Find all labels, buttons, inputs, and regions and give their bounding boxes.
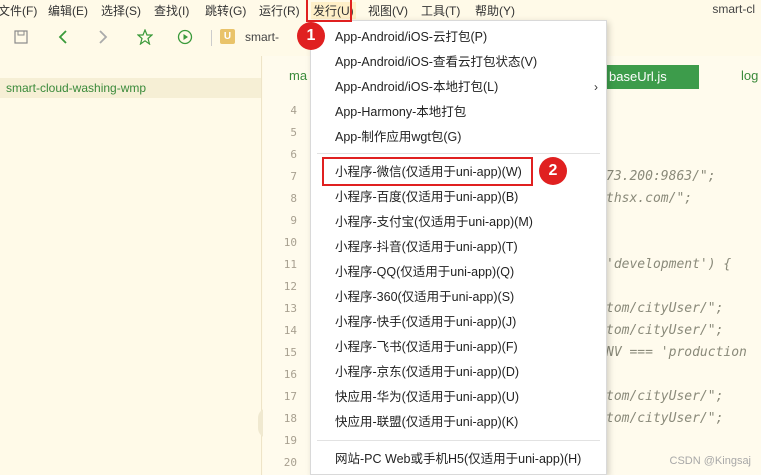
- line-number: 19: [283, 434, 297, 447]
- highlight-box-publish: [306, 0, 352, 22]
- line-number-gutter: 4 5 6 7 8 9 10 11 12 13 14 15 16 17 18 1…: [263, 96, 303, 475]
- line-number: 17: [283, 390, 297, 403]
- menu-find[interactable]: 查找(I): [154, 2, 189, 19]
- menu-goto[interactable]: 跳转(G): [205, 2, 246, 19]
- step-marker-2: 2: [539, 157, 567, 185]
- menu-tools[interactable]: 工具(T): [421, 2, 460, 19]
- line-number: 10: [283, 236, 297, 249]
- menu-item-app-cloud-status[interactable]: App-Android/iOS-查看云打包状态(V): [311, 50, 606, 75]
- menu-divider: [317, 440, 600, 441]
- tab-main[interactable]: ma: [289, 68, 307, 83]
- menu-item-app-local-pack[interactable]: App-Android/iOS-本地打包(L) ›: [311, 75, 606, 100]
- menu-item-mp-360[interactable]: 小程序-360(仅适用于uni-app)(S): [311, 285, 606, 310]
- menu-divider: [317, 153, 600, 154]
- menu-item-mp-kuaishou[interactable]: 小程序-快手(仅适用于uni-app)(J): [311, 310, 606, 335]
- publish-dropdown-menu: App-Android/iOS-云打包(P) App-Android/iOS-查…: [310, 20, 607, 475]
- run-icon[interactable]: [176, 28, 194, 46]
- breadcrumb[interactable]: smart-: [245, 30, 279, 44]
- menu-help[interactable]: 帮助(Y): [475, 2, 515, 19]
- menu-item-app-wgt[interactable]: App-制作应用wgt包(G): [311, 125, 606, 150]
- menu-item-harmony-local-pack[interactable]: App-Harmony-本地打包: [311, 100, 606, 125]
- menu-item-label: App-Android/iOS-本地打包(L): [335, 80, 499, 94]
- code-line-11[interactable]: 'development') {: [606, 257, 731, 272]
- line-number: 7: [290, 170, 297, 183]
- menu-file[interactable]: 文件(F): [0, 2, 37, 19]
- menu-select[interactable]: 选择(S): [101, 2, 141, 19]
- menu-item-quickapp-huawei[interactable]: 快应用-华为(仅适用于uni-app)(U): [311, 385, 606, 410]
- code-line-8[interactable]: thsx.com/";: [606, 191, 692, 206]
- tab-baseurl[interactable]: baseUrl.js: [603, 65, 699, 89]
- menu-item-mp-toutiao[interactable]: 小程序-抖音(仅适用于uni-app)(T): [311, 235, 606, 260]
- menu-item-mp-jd[interactable]: 小程序-京东(仅适用于uni-app)(D): [311, 360, 606, 385]
- watermark: CSDN @Kingsaj: [669, 455, 751, 467]
- toolbar-divider: [211, 30, 212, 46]
- menu-item-mp-alipay[interactable]: 小程序-支付宝(仅适用于uni-app)(M): [311, 210, 606, 235]
- menu-item-mp-lark[interactable]: 小程序-飞书(仅适用于uni-app)(F): [311, 335, 606, 360]
- menu-bar: 文件(F) 编辑(E) 选择(S) 查找(I) 跳转(G) 运行(R) 发行(U…: [0, 0, 761, 20]
- line-number: 11: [283, 258, 297, 271]
- highlight-box-weixin: [322, 157, 533, 186]
- line-number: 14: [283, 324, 297, 337]
- menu-edit[interactable]: 编辑(E): [48, 2, 88, 19]
- menu-item-app-cloud-pack[interactable]: App-Android/iOS-云打包(P): [311, 25, 606, 50]
- menu-item-web-h5[interactable]: 网站-PC Web或手机H5(仅适用于uni-app)(H): [311, 447, 606, 472]
- menu-view[interactable]: 视图(V): [368, 2, 408, 19]
- menu-item-mp-qq[interactable]: 小程序-QQ(仅适用于uni-app)(Q): [311, 260, 606, 285]
- menu-item-quickapp-union[interactable]: 快应用-联盟(仅适用于uni-app)(K): [311, 410, 606, 435]
- line-number: 13: [283, 302, 297, 315]
- line-number: 8: [290, 192, 297, 205]
- code-line-7[interactable]: 73.200:9863/";: [606, 169, 716, 184]
- window-title: smart-cl: [712, 2, 755, 16]
- line-number: 20: [283, 456, 297, 469]
- line-number: 15: [283, 346, 297, 359]
- code-line-14[interactable]: tom/cityUser/";: [606, 323, 723, 338]
- back-arrow-icon[interactable]: [54, 28, 72, 46]
- menu-item-mp-baidu[interactable]: 小程序-百度(仅适用于uni-app)(B): [311, 185, 606, 210]
- code-line-18[interactable]: tom/cityUser/";: [606, 411, 723, 426]
- code-line-13[interactable]: tom/cityUser/";: [606, 301, 723, 316]
- code-line-15[interactable]: NV === 'production: [606, 345, 747, 360]
- line-number: 9: [290, 214, 297, 227]
- star-icon[interactable]: [136, 28, 154, 46]
- line-number: 18: [283, 412, 297, 425]
- step-marker-1: 1: [297, 22, 325, 50]
- line-number: 5: [290, 126, 297, 139]
- forward-arrow-icon[interactable]: [94, 28, 112, 46]
- menu-run[interactable]: 运行(R): [259, 2, 300, 19]
- line-number: 4: [290, 104, 297, 117]
- tab-log[interactable]: log: [741, 68, 758, 83]
- save-icon[interactable]: [12, 28, 30, 46]
- line-number: 6: [290, 148, 297, 161]
- line-number: 16: [283, 368, 297, 381]
- project-tree-item[interactable]: smart-cloud-washing-wmp: [0, 78, 261, 98]
- project-badge-icon: U: [220, 29, 235, 44]
- chevron-right-icon: ›: [594, 80, 598, 94]
- project-sidebar: smart-cloud-washing-wmp: [0, 56, 262, 475]
- line-number: 12: [283, 280, 297, 293]
- code-line-17[interactable]: tom/cityUser/";: [606, 389, 723, 404]
